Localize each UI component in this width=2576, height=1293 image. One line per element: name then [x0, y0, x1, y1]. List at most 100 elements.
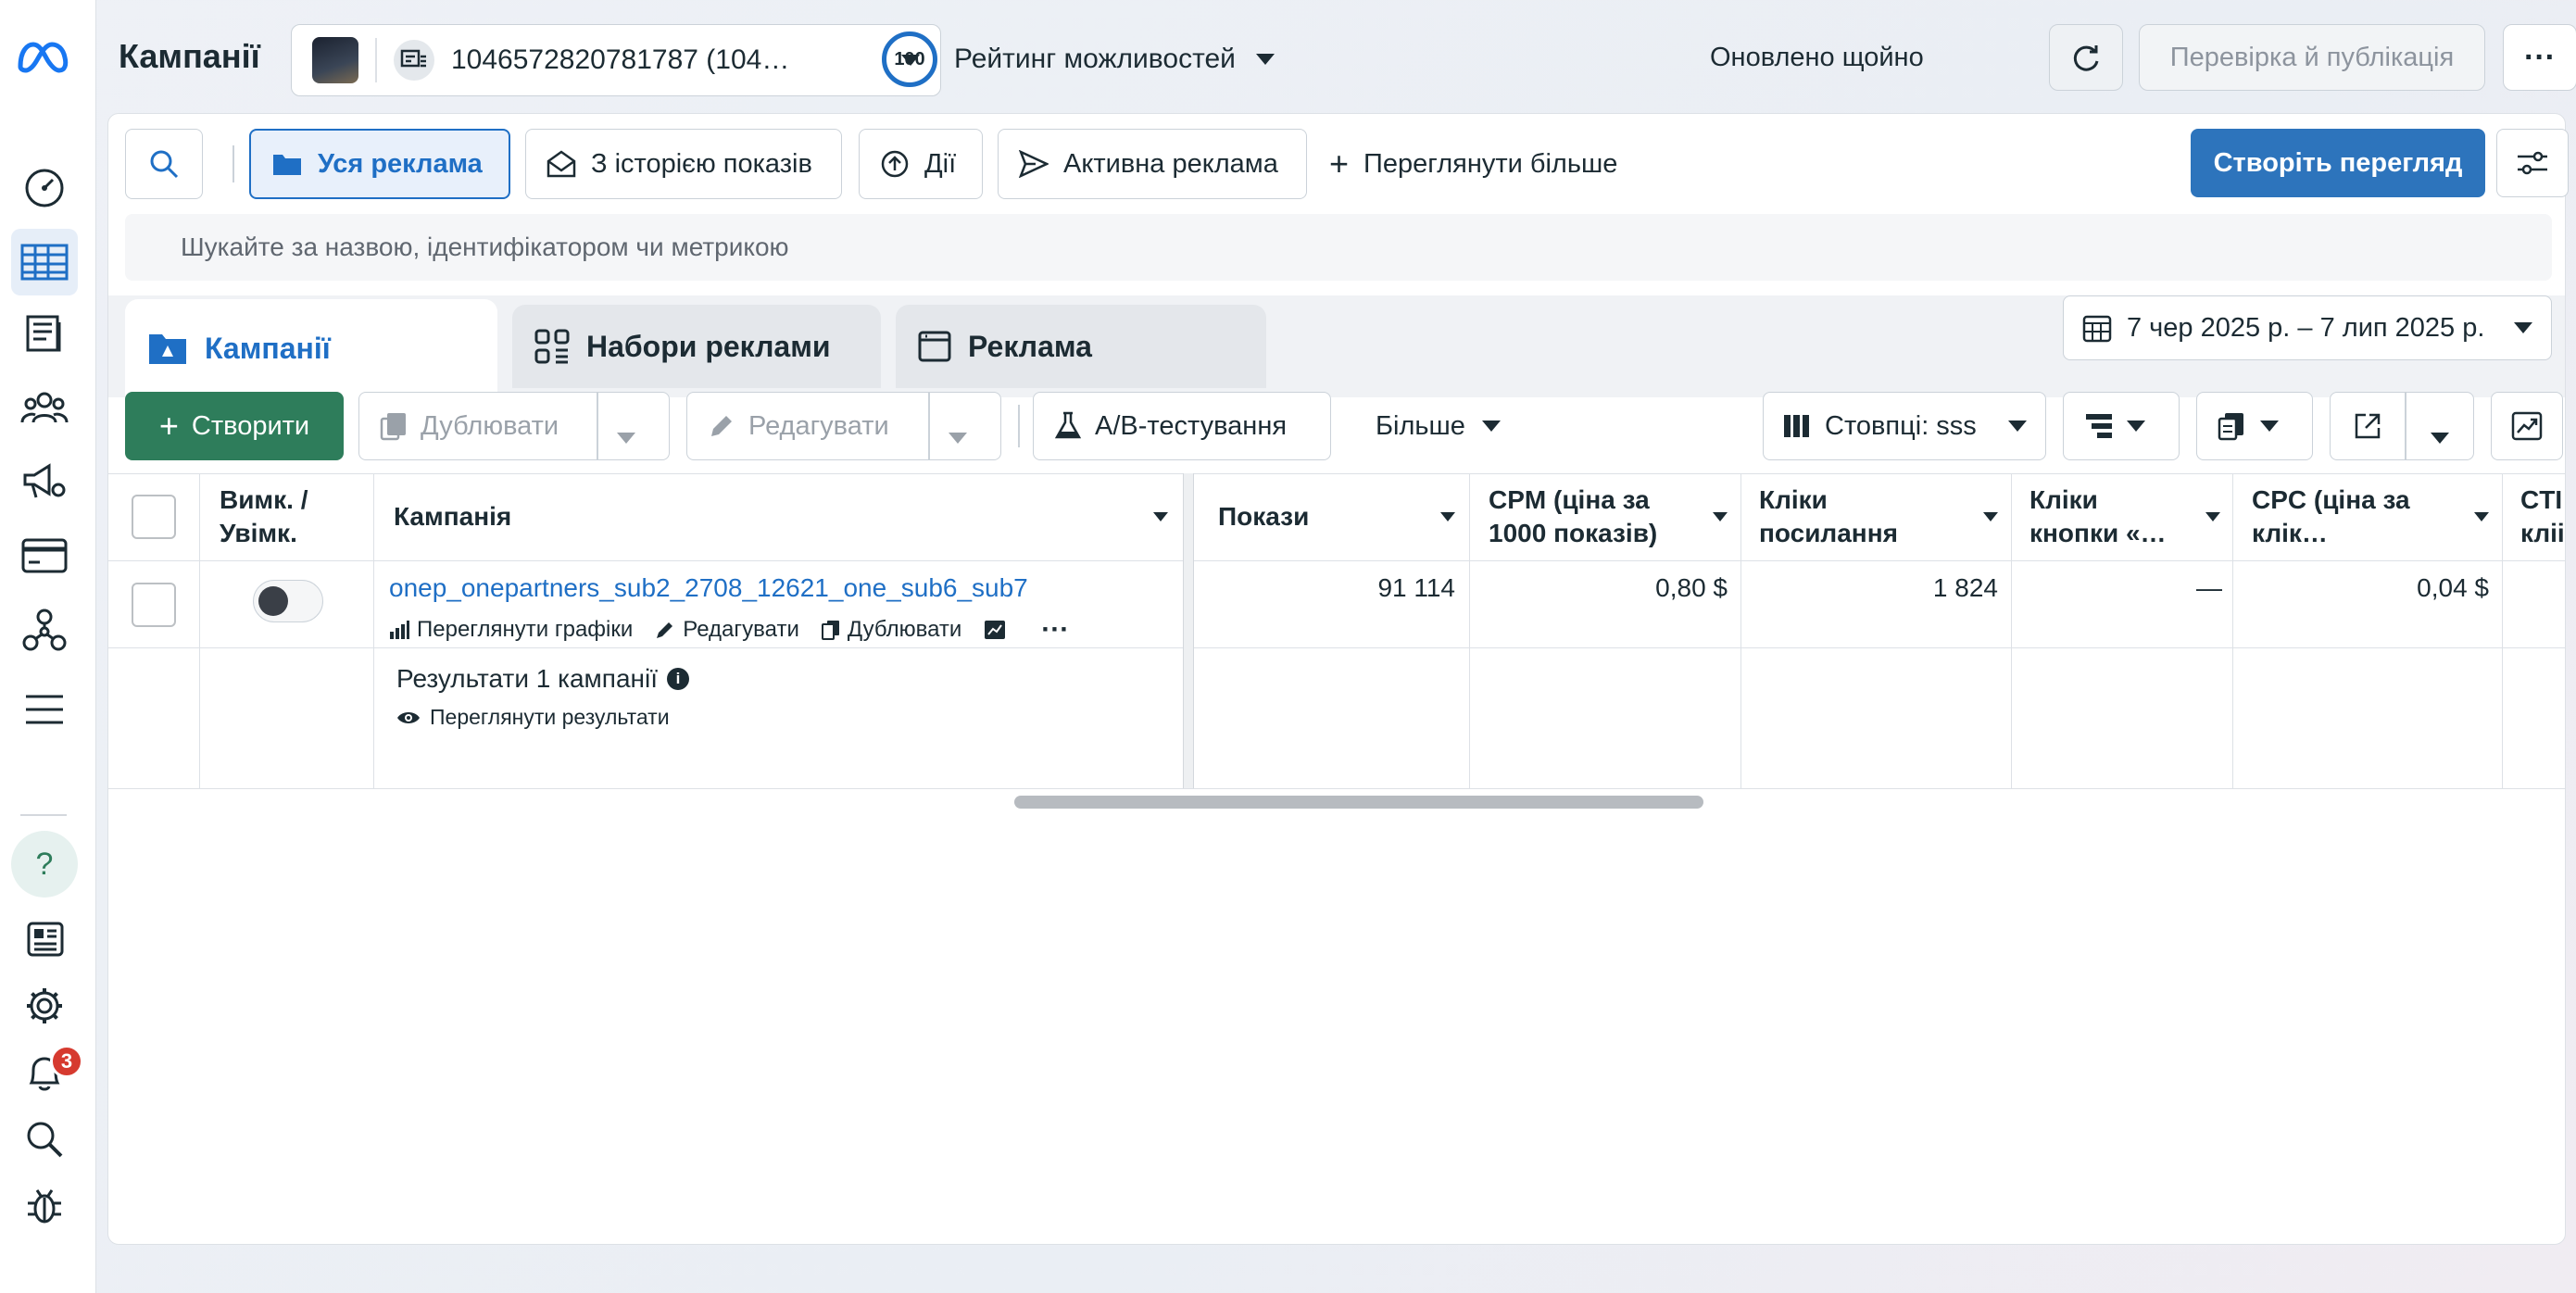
search-toggle-button[interactable] — [125, 129, 203, 199]
ad-account-selector[interactable]: 1046572820781787 (104… — [291, 24, 941, 96]
export-button[interactable] — [2331, 393, 2405, 459]
filter-active-ads[interactable]: Активна реклама — [998, 129, 1307, 199]
view-settings-button[interactable] — [2496, 129, 2569, 197]
frozen-column-divider[interactable] — [1183, 473, 1194, 788]
dashboard-gauge-icon[interactable] — [11, 153, 78, 220]
info-icon[interactable]: i — [667, 668, 689, 690]
more-actions-label: Більше — [1376, 410, 1465, 441]
campaigns-table: Вимк. / Увімк. Кампанія Покази CPM (ціна … — [108, 473, 2565, 903]
row-more-options-icon[interactable]: ··· — [1041, 614, 1069, 646]
column-divider — [1740, 473, 1741, 788]
help-icon[interactable]: ? — [11, 831, 78, 898]
ad-window-icon — [918, 331, 951, 362]
ads-manager-table-icon[interactable] — [11, 229, 78, 295]
row-insights-icon-button[interactable] — [984, 620, 1013, 640]
duplicate-label: Дублювати — [421, 410, 559, 441]
column-header-ctr[interactable]: CTI кліі — [2520, 473, 2565, 560]
reports-button[interactable] — [2196, 392, 2313, 460]
filter-all-ads-label: Уся реклама — [318, 148, 483, 179]
column-header-on-off[interactable]: Вимк. / Увімк. — [220, 473, 368, 560]
export-dropdown[interactable] — [2431, 421, 2449, 451]
header-cpc-line1: CPC (ціна за — [2252, 484, 2410, 514]
select-all-checkbox[interactable] — [132, 495, 176, 539]
report-bug-icon[interactable] — [11, 1173, 78, 1239]
campaign-on-off-toggle[interactable] — [253, 580, 323, 622]
header-ctr-line2: кліі — [2520, 519, 2565, 547]
search-bar[interactable] — [125, 214, 2552, 281]
column-header-cpc[interactable]: CPC (ціна за клік… — [2252, 473, 2489, 560]
search-icon — [150, 150, 179, 179]
chevron-down-icon — [2514, 322, 2532, 333]
filter-actions[interactable]: Дії — [859, 129, 983, 199]
audiences-people-icon[interactable] — [11, 374, 78, 441]
refresh-button[interactable] — [2049, 24, 2123, 91]
campaign-name-link[interactable]: onep_onepartners_sub2_2708_12621_one_sub… — [389, 573, 1028, 603]
duplicate-dropdown[interactable] — [617, 421, 635, 451]
edit-button[interactable]: Редагувати — [687, 393, 928, 459]
bar-chart-icon — [389, 621, 409, 639]
all-tools-menu-icon[interactable] — [11, 676, 78, 743]
breakdown-icon — [2084, 412, 2114, 440]
filter-with-delivery-history[interactable]: З історією показів — [525, 129, 842, 199]
opportunity-score[interactable]: 100 Рейтинг можливостей — [882, 31, 1275, 87]
cpc-value: 0,04 $ — [2417, 573, 2489, 602]
create-view-button[interactable]: Створіть перегляд — [2191, 129, 2485, 197]
left-nav-sidebar: ? 3 — [0, 0, 96, 1293]
edit-dropdown[interactable] — [949, 421, 967, 451]
header-cpm-line1: CPM (ціна за — [1489, 484, 1650, 514]
row-edit-link[interactable]: Редагувати — [655, 617, 799, 643]
envelope-chart-icon — [547, 150, 576, 178]
view-more-filters[interactable]: + Переглянути більше — [1329, 129, 1617, 199]
link-clicks-value: 1 824 — [1932, 573, 1998, 602]
column-header-link-clicks[interactable]: Кліки посилання — [1759, 473, 1998, 560]
sort-caret-icon — [2205, 512, 2220, 521]
flask-icon — [1054, 411, 1082, 441]
column-header-impressions[interactable]: Покази — [1218, 473, 1455, 560]
create-button[interactable]: + Створити — [125, 392, 344, 460]
row-duplicate-link[interactable]: Дублювати — [821, 617, 961, 643]
pages-icon[interactable] — [11, 300, 78, 367]
columns-button[interactable]: Стовпці: sss — [1763, 392, 2046, 460]
edit-label: Редагувати — [748, 410, 889, 441]
view-results-link[interactable]: Переглянути результати — [396, 705, 670, 730]
row-select-checkbox[interactable] — [132, 583, 176, 627]
notifications-bell-icon[interactable]: 3 — [11, 1039, 83, 1106]
advertising-settings-icon[interactable] — [11, 448, 78, 515]
duplicate-button[interactable]: Дублювати — [359, 393, 597, 459]
tab-ad-sets[interactable]: Набори реклами — [512, 305, 881, 388]
more-actions-button[interactable]: Більше — [1376, 392, 1501, 460]
review-and-publish-button[interactable]: Перевірка й публікація — [2139, 24, 2485, 91]
summary-row-title: Результати 1 кампанії i — [396, 664, 689, 694]
row-edit-label: Редагувати — [683, 617, 799, 642]
view-charts-label: Переглянути графіки — [417, 617, 634, 642]
duplicate-icon — [380, 411, 408, 441]
column-header-button-clicks[interactable]: Кліки кнопки «… — [2029, 473, 2220, 560]
plus-icon: + — [158, 407, 179, 445]
meta-logo-icon[interactable] — [15, 35, 70, 80]
filter-all-ads[interactable]: Уся реклама — [249, 129, 510, 199]
column-header-campaign[interactable]: Кампанія — [394, 473, 1168, 560]
external-link-icon — [2355, 413, 2381, 439]
more-options-button[interactable]: ··· — [2503, 24, 2576, 91]
breakdown-button[interactable] — [2063, 392, 2180, 460]
horizontal-scrollbar[interactable] — [1014, 796, 1703, 809]
create-button-label: Створити — [191, 410, 310, 441]
header-button-clicks-line2: кнопки «… — [2029, 519, 2167, 547]
tab-campaigns[interactable]: Кампанії — [125, 299, 497, 397]
news-icon[interactable] — [11, 906, 78, 973]
column-header-cpm[interactable]: CPM (ціна за 1000 показів) — [1489, 473, 1728, 560]
settings-gear-icon[interactable] — [11, 973, 78, 1039]
search-icon[interactable] — [11, 1106, 78, 1173]
charts-button[interactable] — [2491, 392, 2563, 460]
account-divider — [375, 38, 377, 82]
tab-ads[interactable]: Реклама — [896, 305, 1266, 388]
date-range-picker[interactable]: 7 чер 2025 р. – 7 лип 2025 р. — [2063, 295, 2552, 360]
trend-chart-icon — [2511, 411, 2543, 441]
search-input[interactable] — [181, 232, 2404, 262]
billing-card-icon[interactable] — [11, 522, 78, 589]
view-charts-link[interactable]: Переглянути графіки — [389, 617, 633, 643]
main-content-card: Уся реклама З історією показів Дії Актив… — [107, 113, 2569, 1245]
campaign-folder-icon — [147, 331, 188, 366]
ab-test-button[interactable]: A/B-тестування — [1033, 392, 1331, 460]
business-assets-icon[interactable] — [11, 596, 78, 663]
